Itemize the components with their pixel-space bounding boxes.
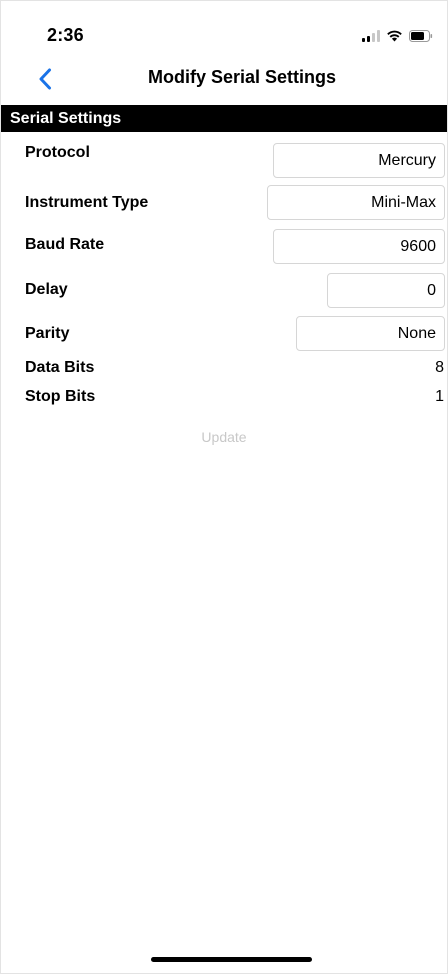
- update-button[interactable]: Update: [1, 429, 447, 445]
- protocol-select[interactable]: Mercury: [273, 143, 445, 178]
- status-bar: 2:36: [1, 1, 447, 57]
- navigation-bar: Modify Serial Settings: [1, 59, 447, 99]
- status-icons: [362, 28, 433, 42]
- instrument-type-select[interactable]: Mini-Max: [267, 185, 445, 220]
- home-indicator: [151, 957, 312, 962]
- wifi-icon: [386, 29, 403, 42]
- baud-rate-select[interactable]: 9600: [273, 229, 445, 264]
- protocol-label: Protocol: [25, 144, 90, 161]
- baud-rate-label: Baud Rate: [25, 236, 105, 253]
- cellular-signal-icon: [362, 30, 380, 42]
- page-title: Modify Serial Settings: [147, 67, 337, 87]
- instrument-type-label: Instrument Type: [25, 194, 149, 211]
- delay-label: Delay: [25, 281, 68, 298]
- data-bits-value: 8: [435, 359, 444, 376]
- data-bits-label: Data Bits: [25, 359, 95, 376]
- battery-icon: [409, 30, 433, 42]
- parity-label: Parity: [25, 325, 70, 342]
- app-screen: 2:36 Modify Serial Settings Serial Setti…: [0, 0, 448, 974]
- stop-bits-label: Stop Bits: [25, 388, 96, 405]
- delay-input[interactable]: 0: [327, 273, 445, 308]
- stop-bits-value: 1: [435, 388, 444, 405]
- section-header: Serial Settings: [1, 105, 447, 132]
- parity-select[interactable]: None: [296, 316, 445, 351]
- status-time: 2:36: [47, 25, 84, 45]
